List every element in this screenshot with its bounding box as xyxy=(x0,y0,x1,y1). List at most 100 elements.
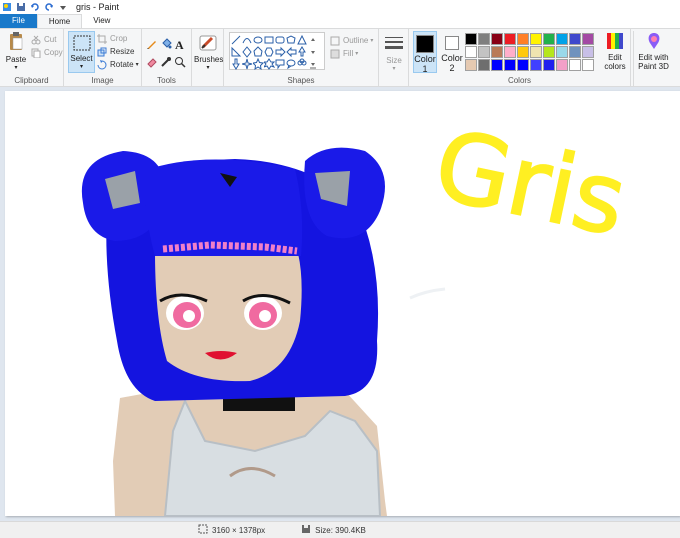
curve-shape-icon[interactable] xyxy=(242,34,253,46)
rectangle-shape-icon[interactable] xyxy=(264,34,275,46)
drawing-canvas[interactable]: Gris xyxy=(5,91,680,517)
palette-swatch[interactable] xyxy=(556,59,568,71)
file-size-text: Size: 390.4KB xyxy=(315,525,366,535)
chevron-down-icon: ▾ xyxy=(14,65,18,71)
right-triangle-shape-icon[interactable] xyxy=(231,46,242,58)
rotate-icon xyxy=(97,59,107,70)
eraser-icon[interactable] xyxy=(146,56,160,70)
fill-bucket-icon[interactable] xyxy=(160,38,174,52)
resize-button[interactable]: Resize xyxy=(97,45,139,58)
size-group: Size ▾ xyxy=(379,29,409,87)
pentagon-shape-icon[interactable] xyxy=(253,46,264,58)
edit-with-paint3d-button[interactable]: Edit with Paint 3D xyxy=(633,31,673,87)
palette-swatch[interactable] xyxy=(478,33,490,45)
palette-swatch[interactable] xyxy=(569,46,581,58)
redo-icon[interactable] xyxy=(44,2,54,12)
diamond-shape-icon[interactable] xyxy=(242,46,253,58)
palette-swatch[interactable] xyxy=(530,33,542,45)
callout-oval-shape-icon[interactable] xyxy=(286,58,297,70)
palette-swatch[interactable] xyxy=(478,59,490,71)
right-arrow-shape-icon[interactable] xyxy=(275,46,286,58)
shapes-gallery[interactable] xyxy=(229,32,325,70)
tools-group-label: Tools xyxy=(157,76,176,85)
palette-swatch[interactable] xyxy=(543,33,555,45)
outline-label: Outline xyxy=(343,36,369,45)
paste-button[interactable]: Paste ▾ xyxy=(3,31,29,71)
undo-icon[interactable] xyxy=(30,2,40,12)
palette-swatch[interactable] xyxy=(517,33,529,45)
palette-swatch[interactable] xyxy=(530,59,542,71)
canvas-workspace[interactable]: Gris xyxy=(0,87,680,521)
palette-swatch[interactable] xyxy=(543,46,555,58)
magnifier-icon[interactable] xyxy=(174,56,188,70)
palette-swatch[interactable] xyxy=(491,46,503,58)
chevron-down-icon: ▾ xyxy=(206,65,210,71)
palette-swatch[interactable] xyxy=(465,33,477,45)
palette-swatch[interactable] xyxy=(478,46,490,58)
palette-swatch[interactable] xyxy=(530,46,542,58)
triangle-shape-icon[interactable] xyxy=(297,34,308,46)
palette-swatch[interactable] xyxy=(582,46,594,58)
save-icon[interactable] xyxy=(16,2,26,12)
palette-swatch[interactable] xyxy=(556,46,568,58)
color1-button[interactable]: Color 1 xyxy=(413,31,437,74)
copy-button[interactable]: Copy xyxy=(31,46,63,59)
palette-swatch[interactable] xyxy=(582,59,594,71)
tab-home[interactable]: Home xyxy=(36,14,83,28)
oval-shape-icon[interactable] xyxy=(253,34,264,46)
palette-swatch[interactable] xyxy=(556,33,568,45)
fill-button[interactable]: Fill ▾ xyxy=(330,47,373,60)
customize-quick-access-icon[interactable] xyxy=(58,2,68,12)
select-button[interactable]: Select ▾ xyxy=(68,31,95,73)
size-button[interactable]: Size ▾ xyxy=(381,31,407,72)
pencil-icon[interactable] xyxy=(146,38,160,52)
down-arrow-shape-icon[interactable] xyxy=(231,58,242,70)
scroll-up-icon[interactable] xyxy=(308,34,319,46)
four-point-star-shape-icon[interactable] xyxy=(242,58,253,70)
select-rectangle-icon xyxy=(73,35,90,51)
five-point-star-shape-icon[interactable] xyxy=(253,58,264,70)
text-icon[interactable]: A xyxy=(174,38,188,52)
crop-icon xyxy=(97,33,107,44)
scroll-down-icon[interactable] xyxy=(308,46,319,58)
palette-swatch[interactable] xyxy=(569,59,581,71)
brushes-button[interactable]: Brushes ▾ xyxy=(194,31,223,71)
callout-cloud-shape-icon[interactable] xyxy=(297,58,308,70)
callout-rectangle-shape-icon[interactable] xyxy=(275,58,286,70)
tab-file[interactable]: File xyxy=(0,14,37,28)
cut-label: Cut xyxy=(44,35,57,44)
tab-view[interactable]: View xyxy=(82,14,121,28)
palette-swatch[interactable] xyxy=(569,33,581,45)
palette-swatch[interactable] xyxy=(582,33,594,45)
polygon-shape-icon[interactable] xyxy=(286,34,297,46)
file-size-status: Size: 390.4KB xyxy=(301,524,366,536)
image-group-label: Image xyxy=(91,76,114,85)
palette-swatch[interactable] xyxy=(504,46,516,58)
palette-swatch[interactable] xyxy=(491,33,503,45)
palette-swatch[interactable] xyxy=(504,33,516,45)
left-arrow-shape-icon[interactable] xyxy=(286,46,297,58)
palette-swatch[interactable] xyxy=(504,59,516,71)
palette-swatch[interactable] xyxy=(465,46,477,58)
rotate-button[interactable]: Rotate ▾ xyxy=(97,58,139,71)
outline-button[interactable]: Outline ▾ xyxy=(330,34,373,47)
hexagon-shape-icon[interactable] xyxy=(264,46,275,58)
palette-swatch[interactable] xyxy=(517,46,529,58)
resize-label: Resize xyxy=(110,47,135,56)
palette-swatch[interactable] xyxy=(517,59,529,71)
fill-label: Fill xyxy=(343,49,354,58)
svg-text:A: A xyxy=(175,38,184,50)
rounded-rectangle-shape-icon[interactable] xyxy=(275,34,286,46)
palette-swatch[interactable] xyxy=(543,59,555,71)
cut-button[interactable]: Cut xyxy=(31,33,63,46)
palette-swatch[interactable] xyxy=(491,59,503,71)
line-shape-icon[interactable] xyxy=(231,34,242,46)
color2-button[interactable]: Color 2 xyxy=(440,31,464,73)
up-arrow-shape-icon[interactable] xyxy=(297,46,308,58)
edit-colors-button[interactable]: Edit colors xyxy=(600,31,630,71)
six-point-star-shape-icon[interactable] xyxy=(264,58,275,70)
crop-button[interactable]: Crop xyxy=(97,32,139,45)
palette-swatch[interactable] xyxy=(465,59,477,71)
more-shapes-icon[interactable] xyxy=(308,58,319,70)
color-picker-icon[interactable] xyxy=(160,56,174,70)
